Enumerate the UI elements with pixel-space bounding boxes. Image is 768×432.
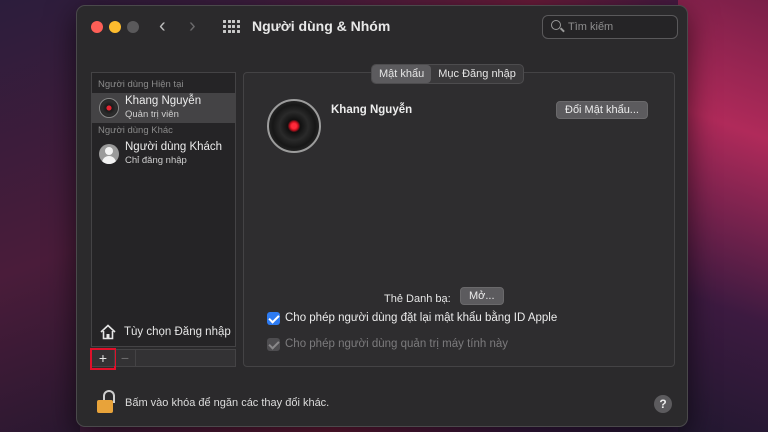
forward-chevron-icon[interactable]: ›: [189, 16, 196, 36]
help-button[interactable]: ?: [654, 395, 672, 413]
guest-user-icon: [99, 144, 119, 164]
allow-admin-label: Cho phép người dùng quản trị máy tính nà…: [285, 338, 509, 350]
remove-user-button[interactable]: −: [114, 350, 136, 366]
zoom-button[interactable]: [127, 21, 139, 33]
allow-reset-checkbox[interactable]: [267, 312, 280, 325]
search-input[interactable]: [568, 19, 673, 35]
user-role: Chỉ đăng nhập: [125, 155, 187, 166]
login-options-item[interactable]: Tùy chọn Đăng nhập: [92, 320, 235, 346]
user-name: Khang Nguyễn: [125, 95, 202, 107]
users-sidebar: Người dùng Hiện tại Khang Nguyễn Quản tr…: [91, 72, 236, 347]
desktop-wallpaper-left: [0, 0, 80, 432]
search-icon: [551, 20, 561, 30]
users-groups-window: ‹ › Người dùng & Nhóm Người dùng Hiện tạ…: [76, 5, 688, 427]
add-button-highlight: [90, 348, 116, 370]
avatar: [99, 98, 119, 118]
lock-hint-text: Bấm vào khóa để ngăn các thay đổi khác.: [125, 397, 330, 409]
search-field[interactable]: [542, 15, 678, 39]
detail-user-name: Khang Nguyễn: [331, 104, 413, 116]
tab-password[interactable]: Mật khẩu: [372, 65, 432, 83]
tab-bar: Mật khẩu Mục Đăng nhập: [371, 64, 524, 84]
allow-admin-checkbox: [267, 338, 280, 351]
sidebar-button-bar: + −: [90, 348, 236, 370]
user-role: Quản trị viên: [125, 109, 179, 120]
login-options-label: Tùy chọn Đăng nhập: [124, 326, 231, 338]
contact-card-label: Thẻ Danh bạ:: [384, 293, 451, 305]
other-users-heading: Người dùng Khác: [98, 125, 173, 136]
open-contact-button[interactable]: Mở...: [460, 287, 504, 305]
user-name: Người dùng Khách: [125, 141, 223, 153]
user-row-guest[interactable]: Người dùng Khách Chỉ đăng nhập: [92, 139, 235, 169]
current-users-heading: Người dùng Hiện tại: [98, 79, 184, 90]
close-button[interactable]: [91, 21, 103, 33]
window-title: Người dùng & Nhóm: [252, 18, 391, 34]
titlebar: ‹ › Người dùng & Nhóm: [77, 6, 687, 48]
user-avatar[interactable]: [267, 99, 321, 153]
house-icon: [100, 324, 116, 340]
allow-reset-label: Cho phép người dùng đặt lại mật khẩu bằn…: [285, 312, 558, 324]
show-all-grid-icon[interactable]: [223, 20, 240, 34]
tab-login-items[interactable]: Mục Đăng nhập: [431, 65, 523, 83]
padlock-icon[interactable]: [97, 390, 115, 414]
user-row-khang[interactable]: Khang Nguyễn Quản trị viên: [92, 93, 235, 123]
change-password-button[interactable]: Đổi Mật khẩu...: [556, 101, 648, 119]
minimize-button[interactable]: [109, 21, 121, 33]
back-chevron-icon[interactable]: ‹: [159, 16, 166, 36]
desktop-wallpaper-right: [678, 0, 768, 432]
